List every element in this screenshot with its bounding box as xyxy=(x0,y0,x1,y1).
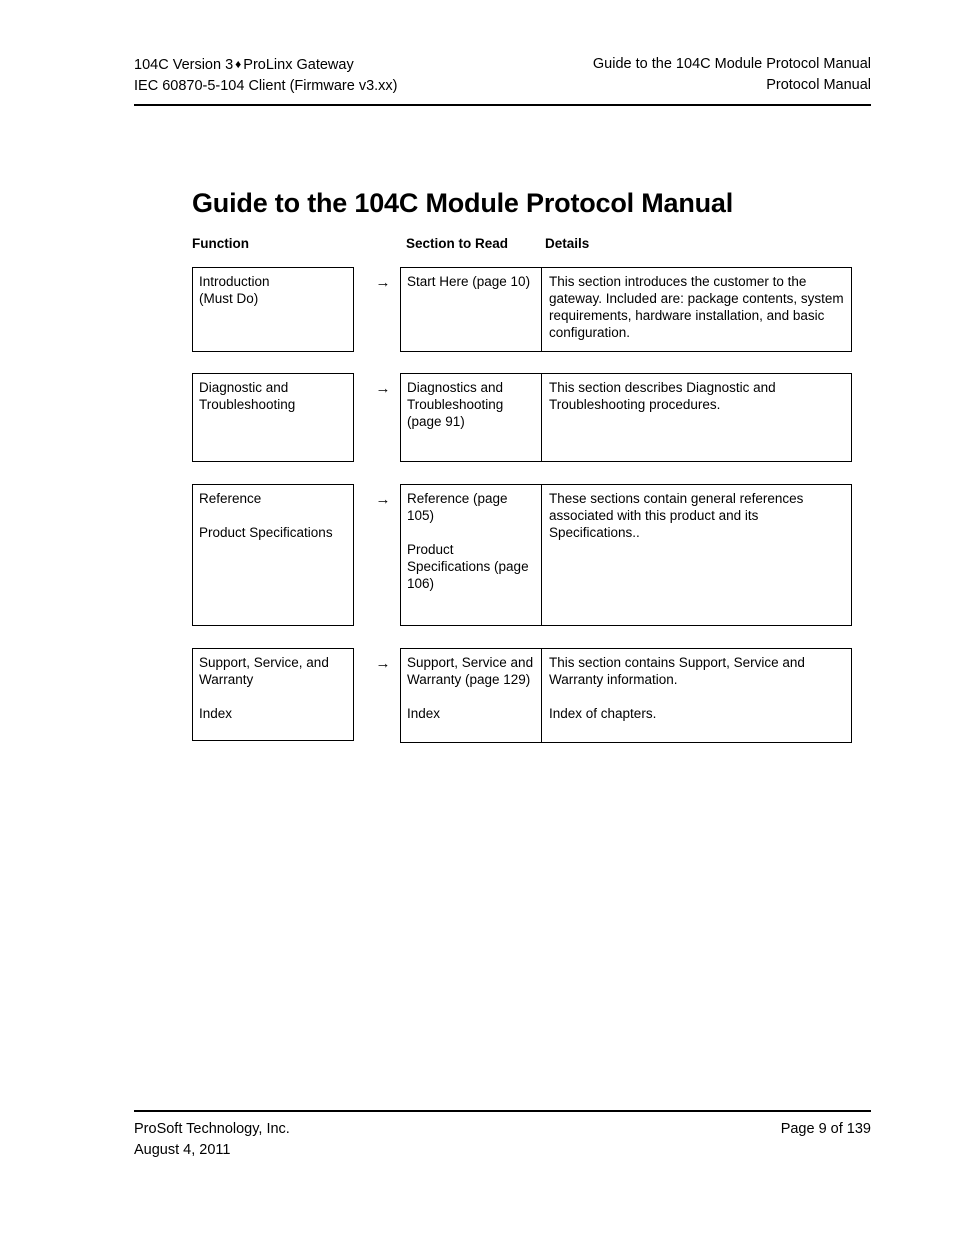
details-text-line-1: This section contains Support, Service a… xyxy=(549,655,805,687)
gateway-name-text: ProLinx Gateway xyxy=(243,57,354,73)
arrow-right-icon: → xyxy=(375,491,391,508)
details-text-line-1: This section describes Diagnostic and Tr… xyxy=(549,380,776,412)
column-header-section-to-read: Section to Read xyxy=(406,236,509,251)
function-cell: Introduction (Must Do) xyxy=(192,267,354,352)
arrow-right-icon: → xyxy=(375,380,391,397)
section-details-group: Start Here (page 10) This section introd… xyxy=(400,267,852,352)
details-text-line-1: These sections contain general reference… xyxy=(549,491,804,540)
company-name-text: ProSoft Technology, Inc. xyxy=(134,1121,290,1137)
footer-divider-rule xyxy=(134,1110,871,1112)
section-to-read-cell: Reference (page 105) Product Specificati… xyxy=(401,485,542,625)
details-cell: This section contains Support, Service a… xyxy=(542,649,851,742)
page-title: Guide to the 104C Module Protocol Manual xyxy=(192,188,734,219)
details-cell: This section describes Diagnostic and Tr… xyxy=(542,374,851,461)
section-to-read-cell: Start Here (page 10) xyxy=(401,268,542,351)
details-text-line-1: This section introduces the customer to … xyxy=(549,274,844,340)
details-text-line-2: Index of chapters. xyxy=(549,706,657,721)
section-text-line-2: Index xyxy=(407,706,441,721)
function-cell: Support, Service, and Warranty Index xyxy=(192,648,354,741)
function-cell: Diagnostic and Troubleshooting xyxy=(192,373,354,462)
section-text-line-1: Support, Service and Warranty (page 129) xyxy=(407,655,534,687)
section-to-read-cell: Diagnostics and Troubleshooting (page 91… xyxy=(401,374,542,461)
section-to-read-cell: Support, Service and Warranty (page 129)… xyxy=(401,649,542,742)
function-text-line-1: Support, Service, and Warranty xyxy=(199,655,329,687)
details-cell: These sections contain general reference… xyxy=(542,485,851,625)
product-name-text: 104C Version 3 xyxy=(134,57,234,73)
diamond-separator-icon: ♦ xyxy=(235,57,242,71)
arrow-right-icon: → xyxy=(375,274,391,291)
function-text-line-2: Product Specifications xyxy=(199,525,333,540)
section-text-line-2: Product Specifications (page 106) xyxy=(407,542,529,591)
running-header-left: 104C Version 3 ♦ ProLinx Gateway IEC 60870… xyxy=(134,54,398,97)
running-header-right: Guide to the 104C Module Protocol Manual… xyxy=(593,54,871,96)
function-text-line-1: Diagnostic and Troubleshooting xyxy=(199,380,296,412)
running-footer-right: Page 9 of 139 xyxy=(781,1119,871,1140)
running-header: 104C Version 3 ♦ ProLinx Gateway IEC 60870… xyxy=(134,54,871,97)
arrow-right-icon: → xyxy=(375,655,391,672)
function-text-line-2: Index xyxy=(199,706,233,721)
page-number-text: Page 9 of 139 xyxy=(780,1121,871,1137)
section-details-group: Support, Service and Warranty (page 129)… xyxy=(400,648,852,743)
running-footer: ProSoft Technology, Inc. August 4, 2011 … xyxy=(134,1119,871,1161)
column-header-details: Details xyxy=(545,236,590,251)
function-text-line-1: Reference xyxy=(199,491,262,506)
section-details-group: Diagnostics and Troubleshooting (page 91… xyxy=(400,373,852,462)
running-header-right-line-2: Protocol Manual xyxy=(766,77,871,93)
table-column-headers: Function Section to Read Details xyxy=(192,236,872,254)
column-header-function: Function xyxy=(192,236,249,251)
section-text-line-1: Diagnostics and Troubleshooting (page 91… xyxy=(407,380,504,429)
section-text-line-1: Start Here (page 10) xyxy=(407,274,531,289)
document-page: 104C Version 3 ♦ ProLinx Gateway IEC 60870… xyxy=(0,0,954,1235)
section-text-line-1: Reference (page 105) xyxy=(407,491,508,523)
header-divider-rule xyxy=(134,104,871,106)
running-header-left-line-1: 104C Version 3 ♦ ProLinx Gateway xyxy=(134,54,398,76)
details-cell: This section introduces the customer to … xyxy=(542,268,851,351)
running-header-right-line-1: Guide to the 104C Module Protocol Manual xyxy=(592,56,871,72)
function-text-line-2: (Must Do) xyxy=(199,291,259,306)
running-footer-left: ProSoft Technology, Inc. August 4, 2011 xyxy=(134,1119,290,1161)
document-date-text: August 4, 2011 xyxy=(134,1142,231,1158)
section-details-group: Reference (page 105) Product Specificati… xyxy=(400,484,852,626)
function-cell: Reference Product Specifications xyxy=(192,484,354,626)
running-header-left-line-2: IEC 60870-5-104 Client (Firmware v3.xx) xyxy=(134,78,398,94)
function-text-line-1: Introduction xyxy=(199,274,270,289)
